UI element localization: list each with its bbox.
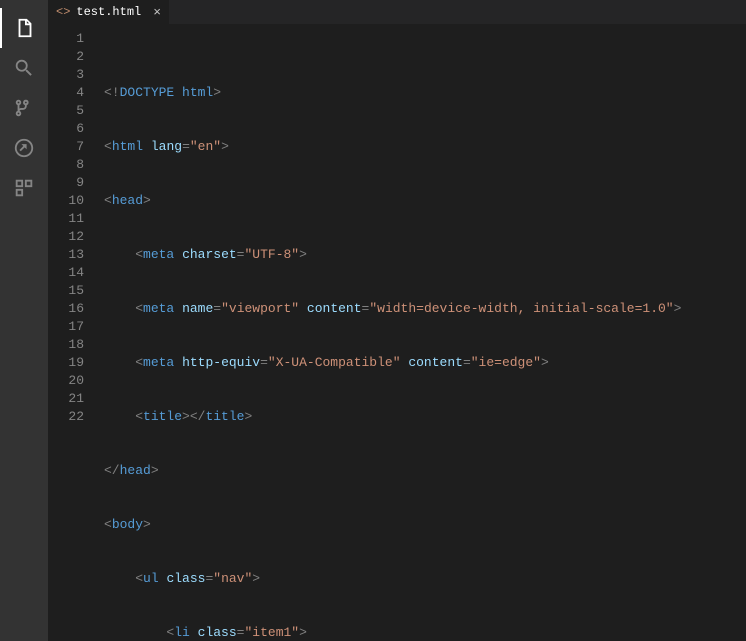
line-number: 9 — [48, 174, 84, 192]
tab-test-html[interactable]: <> test.html × — [48, 0, 169, 24]
line-number: 12 — [48, 228, 84, 246]
line-number: 20 — [48, 372, 84, 390]
line-number: 5 — [48, 102, 84, 120]
line-number: 11 — [48, 210, 84, 228]
editor-area[interactable]: 12345678910111213141516171819202122 <!DO… — [48, 24, 746, 641]
tab-filename: test.html — [76, 5, 141, 19]
html-file-icon: <> — [56, 5, 70, 19]
line-number: 14 — [48, 264, 84, 282]
line-number: 18 — [48, 336, 84, 354]
line-number: 19 — [48, 354, 84, 372]
line-number: 17 — [48, 318, 84, 336]
line-number: 15 — [48, 282, 84, 300]
line-number: 3 — [48, 66, 84, 84]
line-number: 22 — [48, 408, 84, 426]
extensions-icon[interactable] — [0, 168, 48, 208]
line-number: 8 — [48, 156, 84, 174]
line-number: 10 — [48, 192, 84, 210]
explorer-icon[interactable] — [0, 8, 48, 48]
git-branch-icon[interactable] — [0, 88, 48, 128]
close-icon[interactable]: × — [147, 5, 161, 20]
line-number: 7 — [48, 138, 84, 156]
tab-bar: <> test.html × — [48, 0, 746, 24]
line-number: 16 — [48, 300, 84, 318]
code-content[interactable]: <!DOCTYPE html> <html lang="en"> <head> … — [98, 24, 746, 641]
line-number-gutter: 12345678910111213141516171819202122 — [48, 24, 98, 641]
line-number: 4 — [48, 84, 84, 102]
line-number: 1 — [48, 30, 84, 48]
search-icon[interactable] — [0, 48, 48, 88]
editor-main: <> test.html × 1234567891011121314151617… — [48, 0, 746, 641]
line-number: 21 — [48, 390, 84, 408]
line-number: 6 — [48, 120, 84, 138]
line-number: 13 — [48, 246, 84, 264]
debug-icon[interactable] — [0, 128, 48, 168]
activity-bar — [0, 0, 48, 641]
line-number: 2 — [48, 48, 84, 66]
